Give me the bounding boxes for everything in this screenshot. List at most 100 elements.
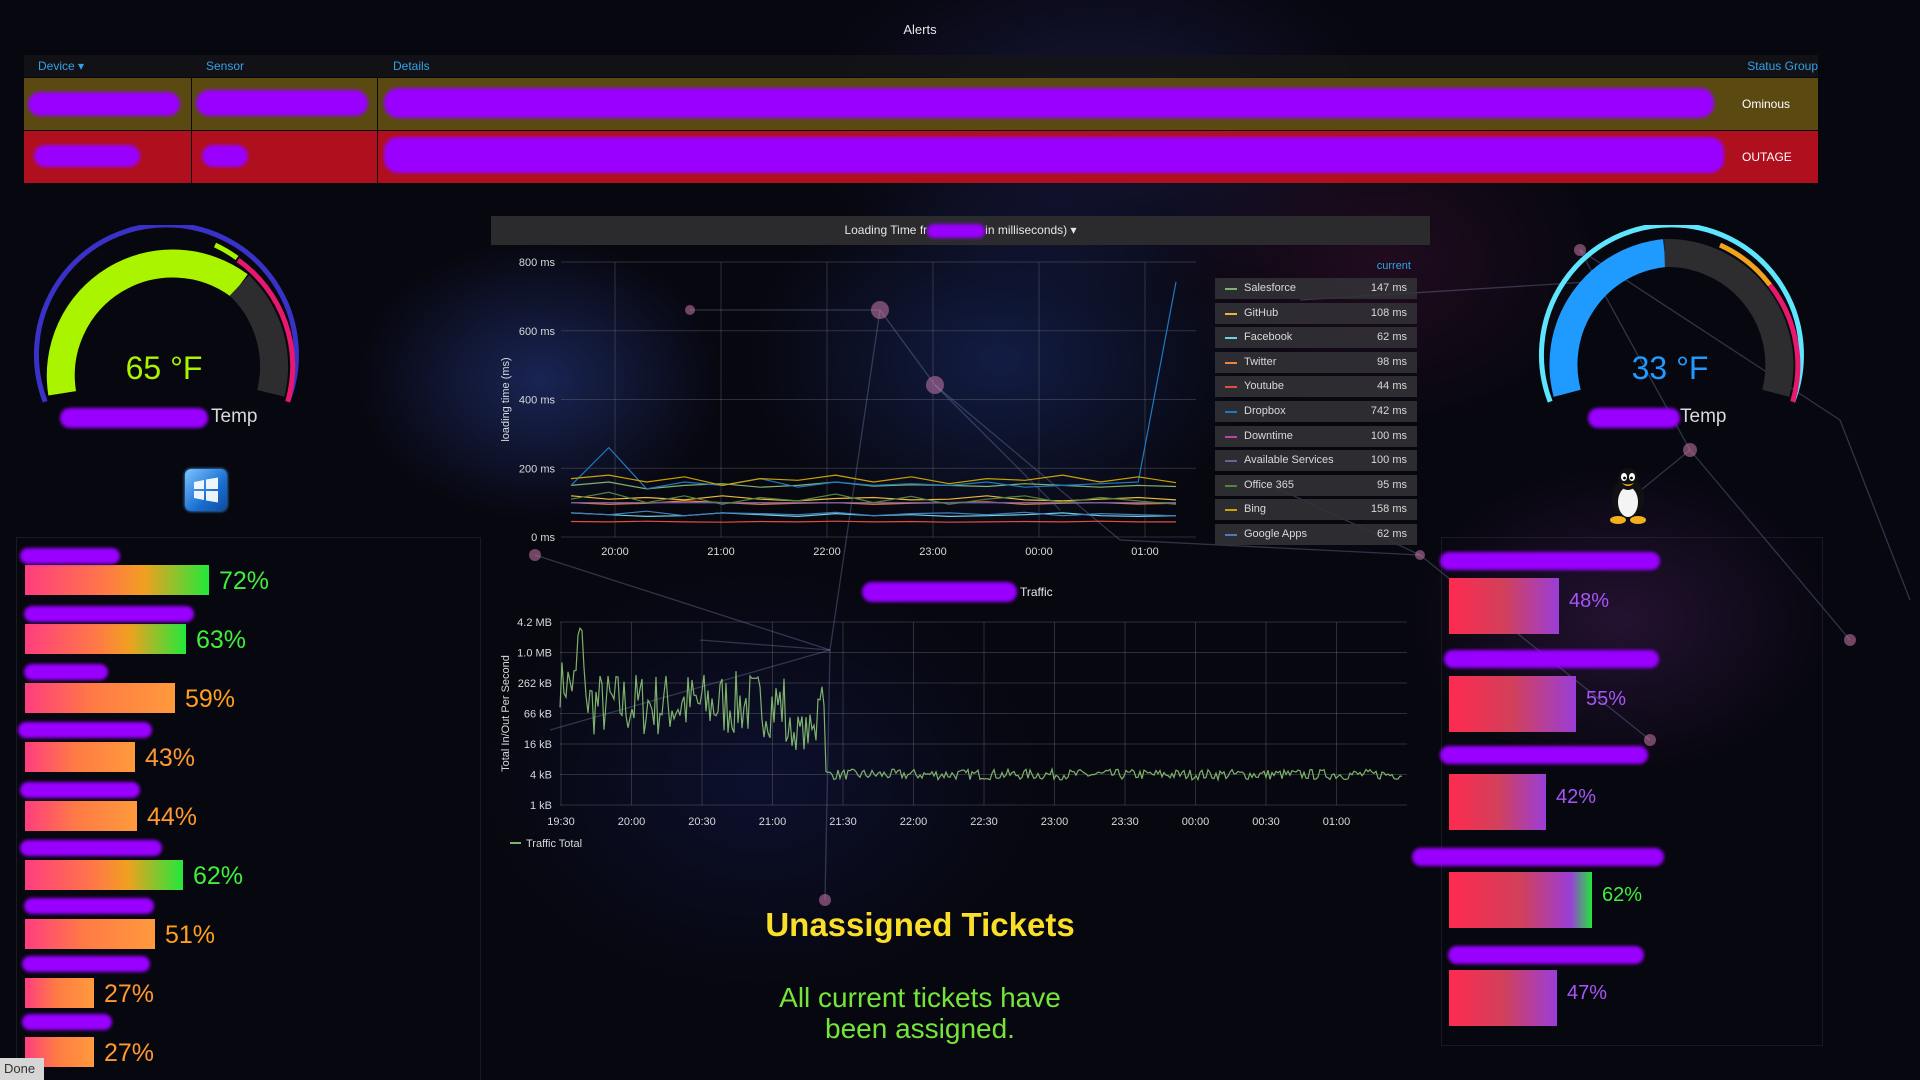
bar-percent-label: 47% [1567,982,1608,1004]
bar-fill [1449,970,1557,1026]
column-header-sensor[interactable]: Sensor [206,59,244,73]
legend-series-name: GitHub [1244,306,1279,319]
column-header-status-group[interactable]: Status Group [1747,59,1818,73]
traffic-chart: 1 kB 4 kB 16 kB 66 kB 262 kB 1.0 MB 4.2 MB 19:3… [500,617,1407,850]
legend-swatch [1225,411,1237,413]
bar-percent-label: 62% [193,862,244,890]
legend-current-value: 100 ms [1370,429,1407,442]
bar-percent-label: 44% [147,803,198,831]
x-tick-label: 22:00 [900,816,928,828]
unassigned-tickets-title: Unassigned Tickets [765,906,1075,943]
redacted-mark [196,90,368,116]
y-tick-label: 1 kB [530,800,552,812]
chevron-down-icon[interactable]: ▾ [1071,223,1077,237]
bar-percent-label: 43% [145,744,196,772]
redacted-mark [60,408,208,428]
y-axis-label: Total In/Out Per Second [500,655,512,772]
series-line [570,281,1177,490]
redacted-mark [24,898,154,914]
legend-item[interactable]: GitHub 108 ms [1215,302,1417,324]
legend-item[interactable]: Available Services 100 ms [1215,450,1417,472]
legend-current-value: 62 ms [1377,528,1407,540]
bar-percent-label: 63% [196,626,247,654]
legend-item[interactable]: Bing 158 ms [1215,499,1417,521]
legend-series-name: Salesforce [1244,282,1296,294]
x-tick-label: 23:30 [1111,816,1139,828]
legend-item[interactable]: Downtime 100 ms [1215,425,1417,447]
alerts-table-header: Device ▾ Sensor Details Status Group [24,55,1818,77]
temperature-label-right: Temp [1680,406,1727,427]
temperature-value-left: 65 °F [125,350,203,386]
legend-item[interactable]: Twitter 98 ms [1215,351,1417,373]
x-tick-label: 22:00 [813,546,841,558]
legend-item[interactable]: Office 365 95 ms [1215,474,1417,496]
legend-swatch [1225,509,1237,512]
x-tick-label: 22:30 [970,816,998,828]
bar-percent-label: 42% [1556,786,1597,808]
bar-fill [25,742,135,772]
legend-current-value: 108 ms [1370,306,1407,319]
y-tick-label: 200 ms [519,463,556,475]
y-axis-label: loading time (ms) [500,357,512,441]
x-tick-label: 01:00 [1323,816,1351,828]
redacted-mark [22,956,150,972]
legend-swatch [1225,361,1237,364]
legend-item[interactable]: Google Apps 62 ms [1215,524,1417,545]
column-header-details[interactable]: Details [393,59,430,73]
status-group-value: Ominous [1742,97,1791,111]
bar-fill [25,624,186,654]
legend-series-name: Downtime [1244,429,1293,442]
legend-swatch [1225,534,1237,536]
tickets-message-line: been assigned. [825,1013,1015,1044]
redacted-mark [20,840,162,856]
legend-series-name: Twitter [1244,355,1277,368]
legend-item[interactable]: Youtube 44 ms [1215,376,1417,398]
bar-percent-label: 72% [219,567,270,595]
bar-fill [25,801,137,831]
bar-percent-label: 48% [1569,590,1610,612]
legend-series-name[interactable]: Traffic Total [526,838,582,850]
browser-status-bar: Done [0,1058,44,1080]
redacted-mark [20,782,140,798]
legend-series-name: Youtube [1244,380,1284,393]
redacted-mark [20,548,120,564]
redacted-mark [24,606,194,622]
legend-current-value: 98 ms [1377,355,1407,368]
alert-row[interactable]: Ominous [24,78,1818,130]
legend-swatch [1225,337,1237,340]
series-line [559,626,1403,783]
y-tick-label: 0 ms [531,532,555,544]
column-header-device[interactable]: Device ▾ [38,59,84,73]
y-tick-label: 800 ms [519,257,556,269]
y-tick-label: 4.2 MB [517,617,552,629]
legend-item[interactable]: Salesforce 147 ms [1215,278,1417,299]
legend-current-value: 742 ms [1370,405,1407,417]
loading-time-title-prefix: Loading Time fr [844,223,928,237]
legend-current-value: 95 ms [1377,478,1407,491]
loading-time-chart: 0 ms 200 ms 400 ms 600 ms 800 ms 20:00 21:00 22… [500,257,1196,558]
legend-item[interactable]: Dropbox 742 ms [1215,401,1417,422]
loading-time-title-suffix: in milliseconds) [985,223,1068,237]
tickets-message-line: All current tickets have [779,982,1061,1013]
legend-series-name: Dropbox [1244,405,1286,417]
redacted-mark [28,92,180,116]
loading-time-panel-header[interactable]: Loading Time fr in milliseconds) ▾ [491,216,1430,245]
series-line [570,510,1177,517]
redacted-mark [1440,746,1648,764]
y-tick-label: 1.0 MB [517,648,552,660]
legend-current-value: 158 ms [1370,503,1407,516]
redacted-mark [34,145,140,167]
redacted-mark [862,582,1017,602]
legend-item[interactable]: Facebook 62 ms [1215,327,1417,349]
y-tick-label: 66 kB [524,709,552,721]
legend-swatch [1225,484,1237,487]
legend-swatch [1225,435,1237,438]
legend-current-header[interactable]: current [1215,260,1417,272]
alert-row[interactable]: OUTAGE [24,131,1818,183]
legend-current-value: 62 ms [1377,331,1407,344]
traffic-panel-title: Traffic [1020,585,1053,599]
alerts-panel-title: Alerts [903,22,937,37]
x-tick-label: 23:00 [1041,816,1069,828]
legend-swatch [1225,386,1237,389]
linux-tux-icon [1610,468,1646,524]
